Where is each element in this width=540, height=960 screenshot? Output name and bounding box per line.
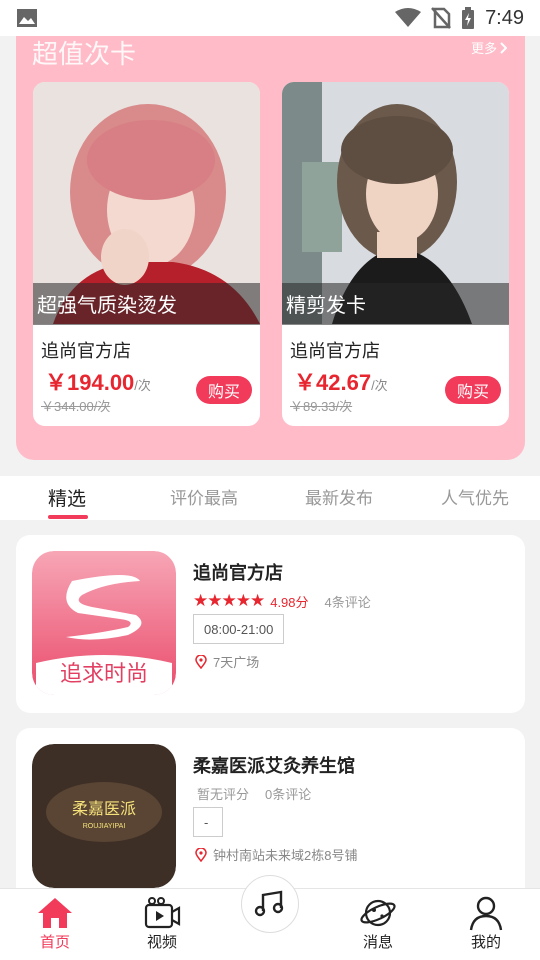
planet-icon (360, 899, 396, 927)
shop-logo-text: 追求时尚 (60, 661, 148, 686)
card-price: ￥194.00/次 (45, 365, 151, 397)
nav-messages-label: 消息 (362, 934, 393, 951)
shop-list-item[interactable]: 追求时尚 追尚官方店 ★★★★★ 4.98分 4条评论 08:00-21:00 … (16, 535, 525, 713)
card-price: ￥42.67/次 (294, 365, 388, 397)
shop-logo: 柔嘉医派 ROUJIAYIPAI (32, 744, 176, 888)
shop-name: 柔嘉医派艾灸养生馆 (193, 756, 355, 776)
filter-tabs: 精选 评价最高 最新发布 人气优先 (0, 476, 540, 520)
active-tab-indicator (48, 515, 88, 519)
shop-review-count: 0条评论 (265, 787, 312, 802)
nav-video-label: 视频 (146, 934, 177, 951)
card-price-unit: /次 (134, 378, 151, 393)
shop-address: 钟村南站未来域2栋8号铺 (195, 845, 357, 864)
music-icon (254, 890, 284, 917)
card-original-price: ￥89.33/次 (290, 399, 353, 414)
user-icon (469, 896, 503, 931)
star-rating-icon: ★★★★★ (193, 591, 265, 610)
card-original-price: ￥344.00/次 (41, 399, 111, 414)
card-store-name: 追尚官方店 (41, 341, 131, 361)
promo-card[interactable]: 精剪发卡 追尚官方店 ￥42.67/次 ￥89.33/次 购买 (282, 82, 509, 426)
wifi-icon (395, 8, 422, 27)
nav-video[interactable]: 视频 (132, 895, 192, 952)
video-icon (144, 897, 181, 929)
no-sim-icon (431, 7, 451, 29)
tab-featured[interactable]: 精选 (48, 484, 86, 511)
shop-logo-subtext: ROUJIAYIPAI (83, 823, 126, 830)
buy-button[interactable]: 购买 (196, 376, 252, 404)
card-price-value: ￥194.00 (45, 370, 135, 395)
promo-section: 超值次卡 更多 超强气质染烫发 追尚官方店 ￥194.00/次 ￥344.00/… (16, 36, 525, 460)
nav-music[interactable] (241, 875, 299, 933)
tab-newest[interactable]: 最新发布 (305, 484, 373, 509)
nav-messages[interactable]: 消息 (348, 895, 408, 952)
card-store-name: 追尚官方店 (290, 341, 380, 361)
more-label: 更多 (470, 42, 497, 57)
shop-rating: 暂无评分 0条评论 (193, 784, 311, 803)
card-price-value: ￥42.67 (294, 370, 372, 395)
card-price-unit: /次 (371, 378, 388, 393)
tab-top-rated[interactable]: 评价最高 (170, 484, 238, 509)
shop-review-count: 4条评论 (324, 594, 371, 610)
battery-icon (462, 7, 475, 29)
shop-score: 4.98分 (270, 594, 309, 610)
shop-logo-text: 柔嘉医派 (72, 800, 136, 818)
nav-profile[interactable]: 我的 (456, 895, 516, 952)
nav-profile-label: 我的 (470, 934, 501, 951)
card-caption: 精剪发卡 (282, 283, 509, 325)
more-link[interactable]: 更多 (471, 38, 507, 57)
home-icon (38, 898, 72, 928)
shop-address: 7天广场 (195, 652, 259, 671)
image-notification-icon (17, 9, 37, 27)
chevron-right-icon (500, 41, 507, 54)
card-caption: 超强气质染烫发 (33, 283, 260, 325)
nav-home[interactable]: 首页 (25, 895, 85, 952)
location-pin-icon (195, 654, 207, 669)
shop-address-text: 7天广场 (213, 655, 260, 670)
bottom-nav: 首页 视频 消息 我的 (0, 875, 540, 960)
shop-score: 暂无评分 (197, 787, 250, 802)
status-bar: 7:49 (0, 0, 540, 36)
promo-card[interactable]: 超强气质染烫发 追尚官方店 ￥194.00/次 ￥344.00/次 购买 (33, 82, 260, 426)
tab-popular[interactable]: 人气优先 (441, 484, 509, 509)
shop-hours: 08:00-21:00 (193, 614, 285, 644)
shop-hours: - (193, 807, 223, 837)
location-pin-icon (195, 847, 207, 862)
shop-rating: ★★★★★ 4.98分 4条评论 (193, 591, 371, 611)
buy-button[interactable]: 购买 (445, 376, 501, 404)
shop-name: 追尚官方店 (193, 563, 283, 583)
nav-home-label: 首页 (39, 934, 70, 951)
shop-address-text: 钟村南站未来域2栋8号铺 (213, 848, 358, 863)
promo-title: 超值次卡 (32, 39, 137, 69)
shop-logo: 追求时尚 (32, 551, 176, 695)
status-time: 7:49 (485, 6, 524, 29)
